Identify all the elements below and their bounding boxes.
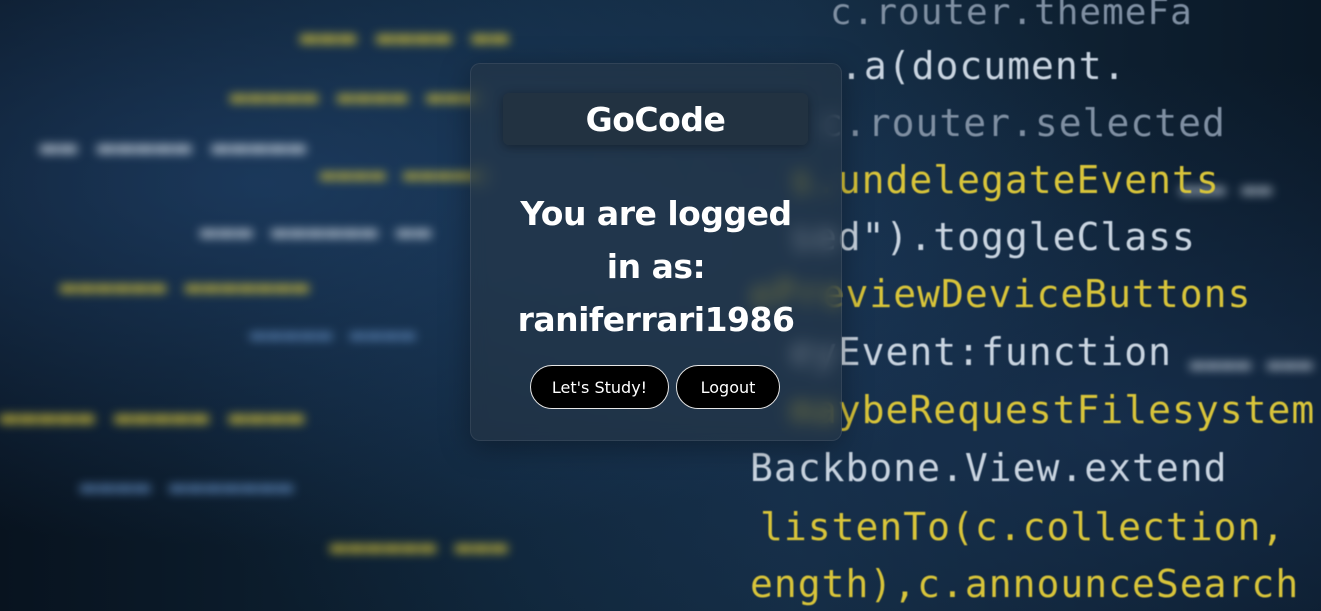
bg-code-line: Backbone.View.extend <box>750 446 1228 490</box>
logged-in-message-line2: in as: <box>606 247 706 286</box>
logged-in-message-line1: You are logged <box>520 194 792 233</box>
bg-code-line: listenTo(c.collection, <box>760 505 1286 549</box>
brand-title: GoCode <box>503 93 808 145</box>
bg-code-line: sed").toggleClass <box>790 215 1196 259</box>
bg-code-line: eyEvent:function <box>790 330 1173 374</box>
bg-code-line: maybeRequestFilesystem <box>790 388 1316 432</box>
bg-code-line: ength),c.announceSearch <box>750 562 1300 606</box>
lets-study-button[interactable]: Let's Study! <box>530 365 669 409</box>
login-status-card: GoCode You are logged in as: raniferrari… <box>470 63 842 441</box>
logged-in-message: You are logged in as: raniferrari1986 <box>491 187 821 346</box>
bg-code-line: c.router.themeFa <box>830 0 1193 33</box>
logout-button[interactable]: Logout <box>676 365 780 409</box>
bg-code-line: c.router.selected <box>820 101 1226 145</box>
bg-code-line: .a(document. <box>840 44 1127 88</box>
bg-code-line: s.undelegateEvents <box>790 158 1220 202</box>
username: raniferrari1986 <box>517 300 795 339</box>
